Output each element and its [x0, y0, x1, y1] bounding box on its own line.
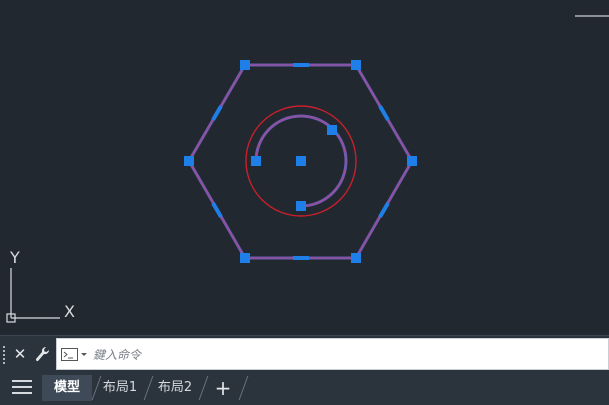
command-input-box[interactable]: [56, 338, 609, 370]
command-input[interactable]: [91, 343, 595, 367]
grip-arc-mid[interactable]: [327, 125, 337, 135]
grip-vertex[interactable]: [351, 253, 361, 263]
tab-layout2[interactable]: 布局2: [154, 375, 196, 401]
grip-vertex[interactable]: [184, 156, 194, 166]
grip-midpoint[interactable]: [293, 256, 309, 260]
close-icon[interactable]: ✕: [12, 344, 28, 364]
grip-vertex[interactable]: [407, 156, 417, 166]
grip-midpoint[interactable]: [211, 202, 223, 218]
grip-midpoint[interactable]: [293, 63, 309, 67]
grip-arc-center[interactable]: [296, 156, 306, 166]
grip-vertex[interactable]: [240, 253, 250, 263]
hamburger-menu-icon[interactable]: [12, 380, 32, 396]
drawing-svg[interactable]: [0, 0, 609, 331]
tab-model[interactable]: 模型: [42, 375, 92, 401]
grip-midpoint[interactable]: [211, 105, 223, 121]
tab-separator: [198, 376, 209, 400]
grip-vertex[interactable]: [240, 60, 250, 70]
ucs-x-label: X: [64, 302, 75, 321]
add-layout-button[interactable]: +: [213, 377, 233, 399]
ucs-y-label: Y: [10, 248, 20, 267]
grip-midpoint[interactable]: [378, 202, 390, 218]
tab-separator: [238, 376, 249, 400]
drawing-canvas[interactable]: Y X: [0, 0, 609, 331]
grip-midpoint[interactable]: [378, 105, 390, 121]
tab-separator: [143, 376, 154, 400]
grip-arc-start[interactable]: [251, 156, 261, 166]
layout-tab-bar: 模型 布局1 布局2 +: [0, 372, 609, 405]
drag-grip-icon[interactable]: [3, 344, 8, 364]
wrench-icon[interactable]: [33, 344, 51, 364]
grip-arc-end[interactable]: [296, 201, 306, 211]
grip-vertex[interactable]: [351, 60, 361, 70]
command-line-bar: ✕: [0, 335, 609, 372]
tab-layout1[interactable]: 布局1: [99, 375, 141, 401]
command-prompt-icon[interactable]: [61, 347, 89, 363]
